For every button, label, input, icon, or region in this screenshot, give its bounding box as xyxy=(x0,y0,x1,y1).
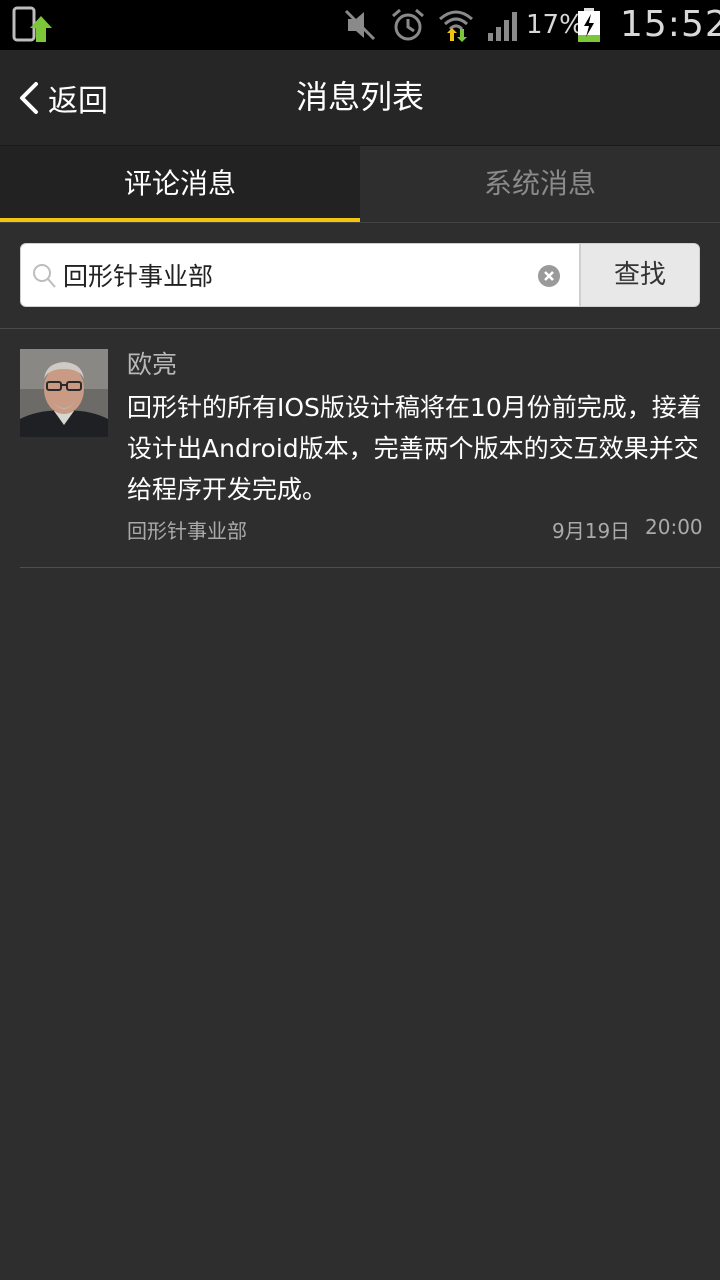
clock: 15:52 xyxy=(620,4,720,45)
search-box xyxy=(20,243,580,307)
status-bar: 17% 15:52 xyxy=(0,0,720,50)
avatar-photo xyxy=(20,349,108,437)
battery-charging-icon xyxy=(578,8,600,42)
message-time: 20:00 xyxy=(645,515,703,539)
back-button[interactable]: 返回 xyxy=(16,70,126,126)
message-date: 9月19日 xyxy=(552,519,631,543)
message-department: 回形针事业部 xyxy=(127,519,247,543)
app-header: 返回 消息列表 xyxy=(0,50,720,146)
avatar[interactable] xyxy=(20,349,108,437)
list-item[interactable]: 欧亮 回形针的所有IOS版设计稿将在10月份前完成，接着设计出Android版本… xyxy=(0,329,720,567)
search-input[interactable] xyxy=(63,244,523,306)
wifi-icon xyxy=(439,10,473,42)
tab-bar: 评论消息 系统消息 xyxy=(0,146,720,223)
mute-icon xyxy=(344,9,376,41)
message-author: 欧亮 xyxy=(127,350,178,379)
signal-icon xyxy=(488,12,517,41)
back-label: 返回 xyxy=(48,84,108,119)
alarm-icon xyxy=(392,8,424,41)
tab-comment-messages[interactable]: 评论消息 xyxy=(0,146,360,222)
tab-system-messages[interactable]: 系统消息 xyxy=(360,146,720,222)
clear-icon[interactable] xyxy=(537,264,561,288)
screenshot-icon xyxy=(12,6,52,42)
search-icon xyxy=(33,264,56,288)
message-body: 回形针的所有IOS版设计稿将在10月份前完成，接着设计出Android版本，完善… xyxy=(127,393,702,504)
search-button[interactable]: 查找 xyxy=(580,243,700,307)
chevron-left-icon xyxy=(20,82,38,114)
divider xyxy=(20,567,720,568)
